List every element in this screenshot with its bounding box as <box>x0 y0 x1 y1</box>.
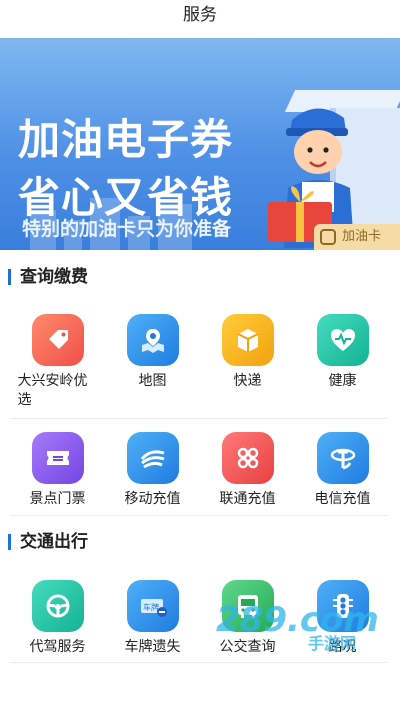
steering-wheel-icon <box>31 580 84 632</box>
site-watermark: 289.com 手游网 <box>216 600 379 653</box>
service-label: 代驾服务 <box>29 639 86 655</box>
service-grid-row: 大兴安岭优选 地图 快递 健康 <box>10 314 390 410</box>
service-label: 车牌遗失 <box>124 639 181 655</box>
service-label: 电信充值 <box>314 491 371 507</box>
ticket-icon <box>31 432 84 484</box>
service-telecom-recharge[interactable]: 电信充值 <box>295 432 390 509</box>
service-plate-lost[interactable]: 车牌 车牌遗失 <box>105 580 200 657</box>
service-label: 大兴安岭优选 <box>17 373 88 408</box>
unicom-icon <box>221 432 274 484</box>
package-icon <box>221 314 274 366</box>
svg-text:车牌: 车牌 <box>143 602 159 612</box>
fuel-card-tag: 加油卡 <box>314 224 400 250</box>
row-divider <box>10 418 388 419</box>
page-title: 服务 <box>183 5 217 25</box>
mobile-carrier-icon <box>126 432 179 484</box>
service-label: 地图 <box>138 373 167 389</box>
row-divider <box>10 515 388 516</box>
service-label: 快递 <box>233 373 262 389</box>
section-title-query: 查询缴费 <box>8 266 88 288</box>
service-grid-row: 景点门票 移动充值 联通充值 电信充值 <box>10 432 390 509</box>
service-label: 景点门票 <box>29 491 86 507</box>
license-plate-icon: 车牌 <box>126 580 179 632</box>
service-designated-driver[interactable]: 代驾服务 <box>10 580 105 657</box>
heart-icon <box>316 314 369 366</box>
service-map[interactable]: 地图 <box>105 314 200 410</box>
section-title-transport: 交通出行 <box>8 531 88 553</box>
map-icon <box>126 314 179 366</box>
service-label: 健康 <box>328 373 357 389</box>
service-dxal-youxuan[interactable]: 大兴安岭优选 <box>10 314 105 410</box>
service-scenic-tickets[interactable]: 景点门票 <box>10 432 105 509</box>
fuel-card-icon <box>320 229 336 245</box>
row-divider <box>10 662 388 663</box>
service-label: 移动充值 <box>124 491 181 507</box>
banner-headline-1: 加油电子券 <box>18 115 234 164</box>
service-health[interactable]: 健康 <box>295 314 390 410</box>
service-label: 联通充值 <box>219 491 276 507</box>
service-unicom-recharge[interactable]: 联通充值 <box>200 432 295 509</box>
banner-subtitle: 特别的加油卡只为你准备 <box>22 218 232 240</box>
service-express[interactable]: 快递 <box>200 314 295 410</box>
promo-banner[interactable]: 加油电子券 省心又省钱 特别的加油卡只为你准备 加油卡 <box>0 38 400 250</box>
svg-text:手游网: 手游网 <box>308 634 356 653</box>
telecom-icon <box>316 432 369 484</box>
service-mobile-recharge[interactable]: 移动充值 <box>105 432 200 509</box>
tag-icon <box>31 314 84 366</box>
